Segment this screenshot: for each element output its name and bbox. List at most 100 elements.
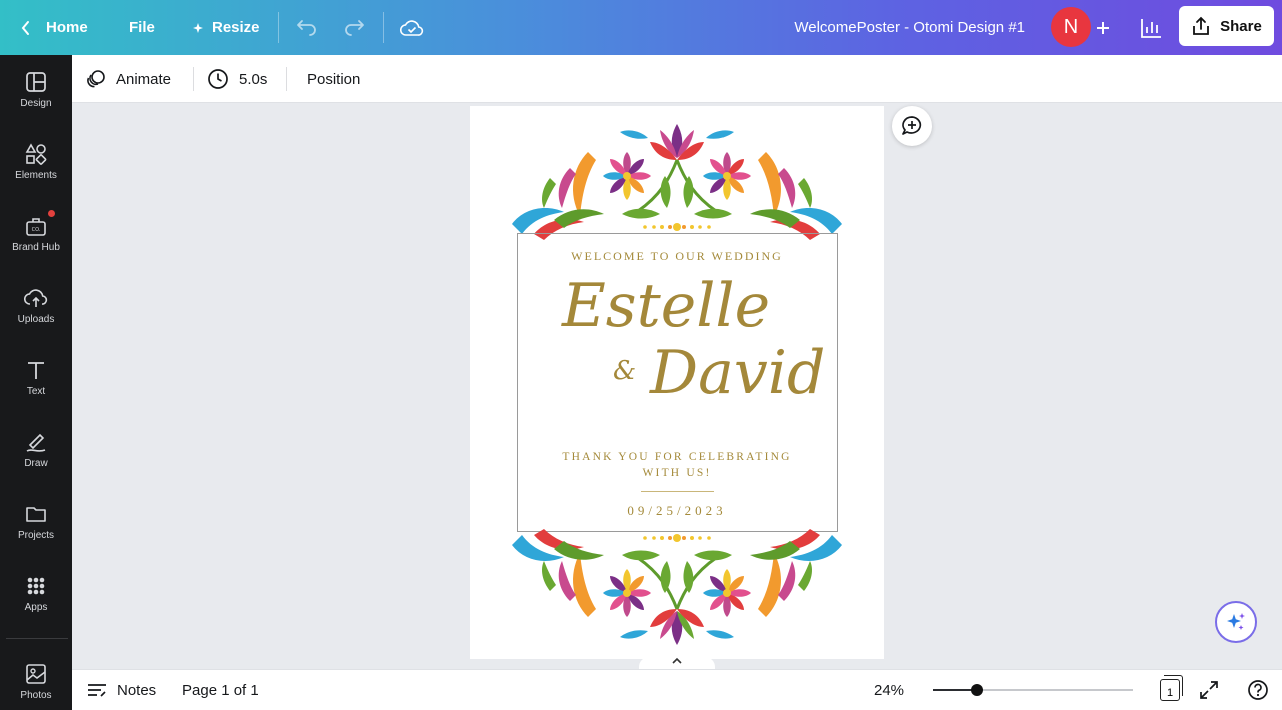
help-icon — [1248, 680, 1268, 700]
sidebar-item-label: Draw — [24, 458, 48, 469]
sparkle-crown-icon — [193, 22, 203, 33]
wedding-date[interactable]: 09/25/2023 — [470, 503, 884, 519]
shapes-icon — [25, 143, 47, 165]
sidebar-item-apps[interactable]: Apps — [0, 567, 72, 633]
add-collaborator-button[interactable] — [1096, 0, 1110, 55]
cloud-upload-icon — [24, 289, 48, 307]
ampersand[interactable]: & — [613, 356, 636, 386]
apps-grid-icon — [27, 577, 45, 595]
sidebar-item-elements[interactable]: Elements — [0, 135, 72, 201]
pages-view-button[interactable]: 1 — [1160, 675, 1183, 701]
share-label: Share — [1220, 17, 1262, 35]
chevron-left-icon — [21, 20, 29, 35]
comment-plus-icon — [902, 116, 922, 135]
divider — [286, 67, 287, 91]
undo-button[interactable] — [296, 0, 318, 55]
sidebar-item-label: Design — [20, 98, 52, 109]
thanks-line-2: WITH US! — [642, 467, 712, 479]
clock-icon — [208, 69, 228, 89]
left-sidebar: Design Elements CO. Brand Hub Uploads Te… — [0, 55, 72, 710]
sidebar-item-label: Brand Hub — [12, 242, 60, 253]
notes-icon — [88, 684, 106, 697]
briefcase-icon: CO. — [26, 218, 46, 236]
chevron-up-icon — [672, 657, 682, 664]
avatar[interactable]: N — [1051, 7, 1091, 47]
sidebar-item-photos[interactable]: Photos — [0, 655, 72, 710]
image-icon — [26, 664, 46, 684]
expand-icon — [1200, 681, 1218, 699]
animate-label: Animate — [116, 70, 172, 88]
sidebar-item-label: Uploads — [17, 314, 55, 325]
help-button[interactable] — [1247, 670, 1269, 710]
sidebar-item-brand-hub[interactable]: CO. Brand Hub — [0, 207, 72, 273]
show-pages-toggle[interactable] — [639, 657, 715, 669]
fullscreen-button[interactable] — [1199, 670, 1219, 710]
home-button[interactable]: Home — [20, 0, 88, 55]
sidebar-item-draw[interactable]: Draw — [0, 423, 72, 489]
thanks-line-1: THANK YOU FOR CELEBRATING — [562, 451, 792, 463]
duration-label: 5.0s — [239, 70, 268, 88]
top-bar: Home File Resize WelcomePoster - Otomi D… — [0, 0, 1282, 55]
divider — [383, 12, 384, 43]
sidebar-item-design[interactable]: Design — [0, 63, 72, 129]
resize-label: Resize — [212, 19, 260, 36]
position-button[interactable]: Position — [307, 55, 360, 103]
sidebar-item-label: Elements — [15, 170, 57, 181]
page-count-label: 1 — [1166, 687, 1174, 699]
save-status-button[interactable] — [400, 0, 424, 55]
position-label: Position — [307, 70, 361, 88]
sidebar-item-label: Apps — [24, 602, 48, 613]
divider-line — [641, 491, 714, 492]
zoom-slider-thumb[interactable] — [971, 684, 983, 696]
top-floral-decoration — [512, 124, 842, 240]
upload-share-icon — [1193, 16, 1210, 35]
context-toolbar: Animate 5.0s Position — [72, 55, 1282, 103]
add-comment-button[interactable] — [892, 106, 932, 146]
pen-icon — [26, 433, 46, 452]
sidebar-item-label: Photos — [20, 690, 52, 701]
bride-name[interactable]: Estelle — [562, 271, 770, 341]
divider — [278, 12, 279, 43]
cloud-check-icon — [400, 19, 424, 36]
redo-icon — [345, 19, 364, 36]
bottom-floral-decoration — [512, 529, 842, 645]
home-label: Home — [46, 19, 88, 36]
file-menu-button[interactable]: File — [129, 0, 155, 55]
sparkle-icon — [1227, 613, 1245, 630]
bottom-bar: Notes Page 1 of 1 24% 1 — [72, 669, 1282, 710]
layout-icon — [26, 72, 46, 92]
groom-name[interactable]: David — [650, 338, 825, 408]
undo-icon — [297, 19, 316, 36]
resize-button[interactable]: Resize — [192, 0, 260, 55]
divider — [193, 67, 194, 91]
document-title[interactable]: WelcomePoster - Otomi Design #1 — [794, 0, 1025, 55]
sidebar-item-projects[interactable]: Projects — [0, 495, 72, 561]
file-label: File — [129, 19, 155, 36]
animate-button[interactable]: Animate — [86, 55, 171, 103]
plus-icon — [1097, 21, 1109, 34]
animate-icon — [87, 70, 105, 88]
zoom-level-button[interactable]: 24% — [874, 670, 904, 710]
redo-button[interactable] — [343, 0, 365, 55]
text-t-icon — [28, 362, 44, 379]
share-button[interactable]: Share — [1179, 6, 1274, 46]
insights-button[interactable] — [1140, 0, 1162, 55]
sidebar-item-uploads[interactable]: Uploads — [0, 279, 72, 345]
page-indicator-button[interactable]: Page 1 of 1 — [182, 670, 259, 710]
notes-button[interactable]: Notes — [87, 670, 156, 710]
notes-label: Notes — [117, 681, 157, 699]
notification-dot — [48, 210, 55, 217]
folder-icon — [26, 507, 46, 522]
sidebar-item-text[interactable]: Text — [0, 351, 72, 417]
zoom-slider[interactable] — [933, 684, 1133, 696]
svg-text:CO.: CO. — [32, 227, 41, 233]
sidebar-item-label: Projects — [17, 530, 55, 541]
magic-assistant-button[interactable] — [1215, 601, 1257, 643]
welcome-heading[interactable]: WELCOME TO OUR WEDDING — [470, 249, 884, 264]
design-page[interactable]: WELCOME TO OUR WEDDING Estelle & David T… — [470, 106, 884, 659]
bar-chart-icon — [1141, 18, 1161, 38]
timing-button[interactable]: 5.0s — [207, 55, 267, 103]
page-indicator: Page 1 of 1 — [182, 681, 259, 699]
thanks-message[interactable]: THANK YOU FOR CELEBRATING WITH US! — [470, 449, 884, 481]
zoom-label: 24% — [874, 681, 905, 699]
